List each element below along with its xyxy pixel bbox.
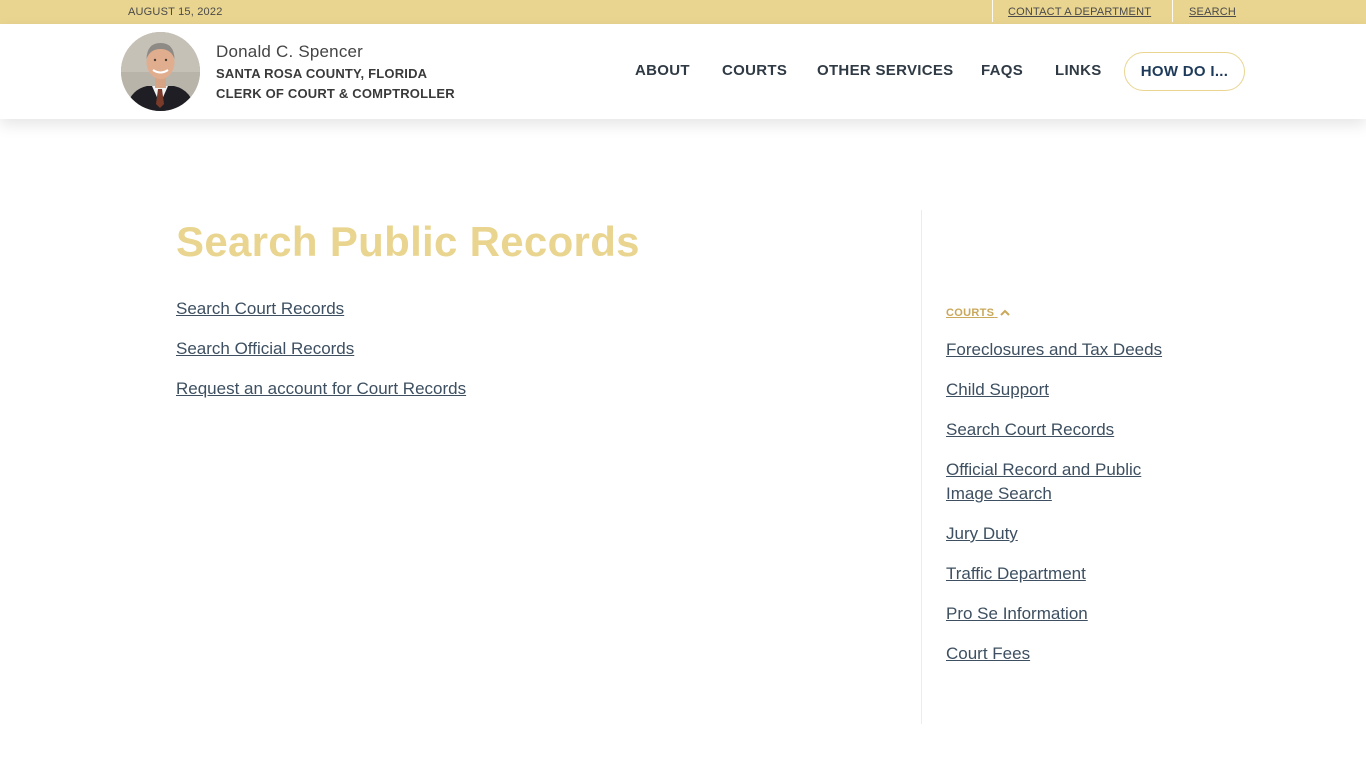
nav-about[interactable]: ABOUT [635,62,690,79]
sidebar-item-traffic-department[interactable]: Traffic Department [946,562,1186,586]
contact-department-link[interactable]: CONTACT A DEPARTMENT [1008,6,1151,18]
sidebar-item-court-fees[interactable]: Court Fees [946,642,1186,666]
nav-other-services[interactable]: OTHER SERVICES [817,62,953,79]
utility-divider [1172,0,1173,22]
search-court-records-link[interactable]: Search Court Records [176,299,344,319]
county-label: SANTA ROSA COUNTY, FLORIDA [216,66,428,81]
avatar [121,32,200,111]
sidebar-heading-courts[interactable]: COURTS [946,307,1010,319]
chevron-up-icon [999,308,1010,319]
nav-faqs[interactable]: FAQS [981,62,1023,79]
sidebar-item-search-court-records[interactable]: Search Court Records [946,418,1186,442]
sidebar-item-official-record-search[interactable]: Official Record and Public Image Search [946,458,1186,506]
page-title: Search Public Records [176,218,640,265]
official-name: Donald C. Spencer [216,42,364,61]
search-link[interactable]: SEARCH [1189,6,1236,18]
utility-bar: AUGUST 15, 2022 CONTACT A DEPARTMENT SEA… [0,0,1366,24]
how-do-i-button[interactable]: HOW DO I... [1124,52,1245,91]
sidebar-divider [921,210,922,724]
nav-courts[interactable]: COURTS [722,62,787,79]
sidebar-heading-label: COURTS [946,307,995,319]
site-header: Donald C. Spencer SANTA ROSA COUNTY, FLO… [0,24,1366,119]
search-official-records-link[interactable]: Search Official Records [176,339,354,359]
sidebar-item-child-support[interactable]: Child Support [946,378,1186,402]
portrait-image [121,32,200,111]
sidebar-item-jury-duty[interactable]: Jury Duty [946,522,1186,546]
office-title: CLERK OF COURT & COMPTROLLER [216,86,455,101]
sidebar-item-foreclosures[interactable]: Foreclosures and Tax Deeds [946,338,1186,362]
nav-links[interactable]: LINKS [1055,62,1102,79]
utility-divider [992,0,993,22]
date-label: AUGUST 15, 2022 [128,6,223,18]
sidebar-item-pro-se[interactable]: Pro Se Information [946,602,1186,626]
request-account-link[interactable]: Request an account for Court Records [176,379,466,399]
